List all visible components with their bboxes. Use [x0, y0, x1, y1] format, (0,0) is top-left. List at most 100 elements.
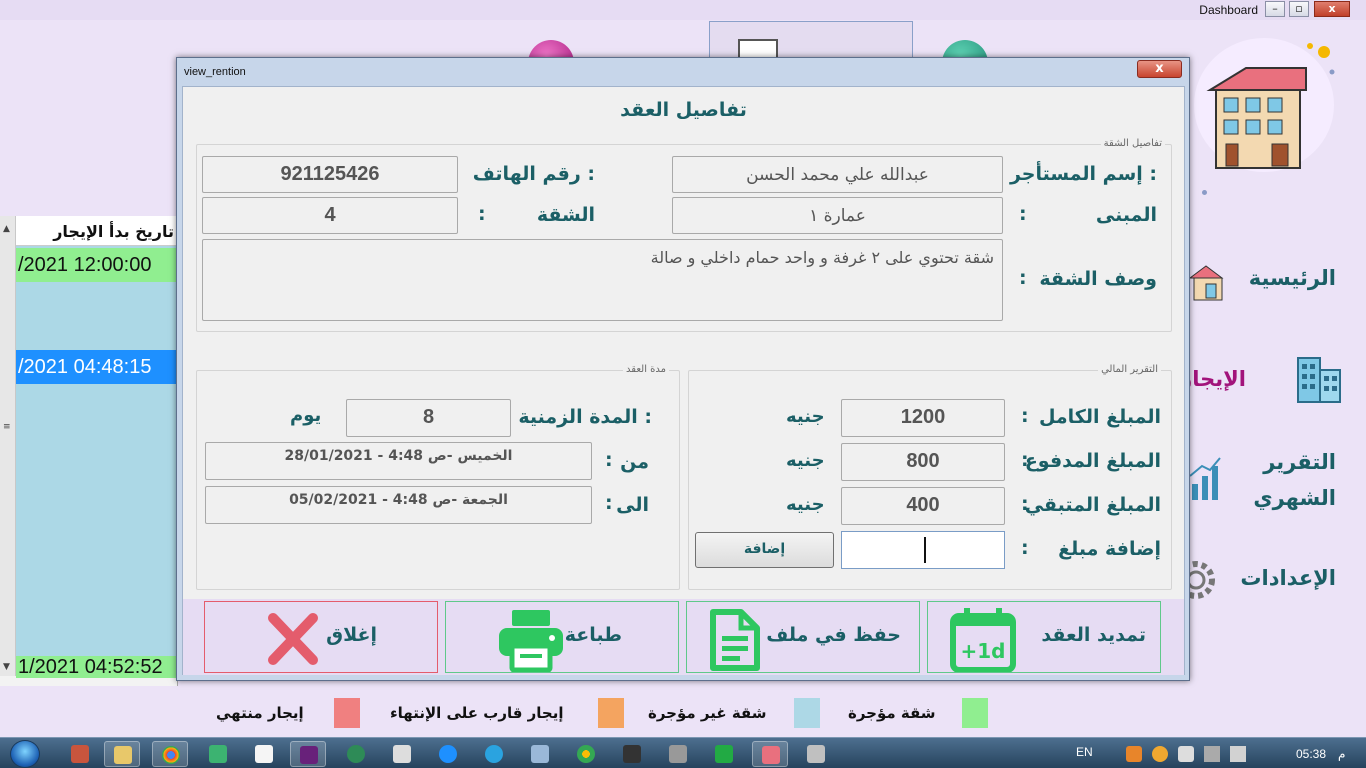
rental-menu-icon	[1297, 357, 1341, 403]
taskbar-app[interactable]	[246, 741, 282, 767]
print-button[interactable]: طباعة	[445, 601, 679, 673]
apartment-label: الشقة	[536, 204, 595, 226]
taskbar-app[interactable]	[152, 741, 188, 767]
currency-unit: جنيه	[786, 494, 825, 515]
telegram-icon	[485, 745, 503, 763]
network-tray-icon[interactable]	[1230, 746, 1246, 762]
tenant-label: إسم المستأجر :	[1009, 163, 1157, 185]
report-menu-icon	[1189, 457, 1221, 500]
apartment-field[interactable]: 4	[202, 197, 458, 234]
close-app-button[interactable]: x	[1314, 1, 1350, 17]
colon: :	[605, 492, 613, 514]
folder-icon	[114, 746, 132, 764]
grid-row[interactable]: 1/2021 04:52:52	[16, 656, 178, 678]
add-amount-input[interactable]	[841, 531, 1005, 569]
phone-label: رقم الهاتف :	[472, 163, 595, 185]
decor-dot	[1202, 190, 1207, 195]
app-title: Dashboard	[1199, 3, 1258, 17]
terminal-icon	[623, 745, 641, 763]
taskbar-app[interactable]	[706, 741, 742, 767]
duration-field[interactable]: 8	[346, 399, 511, 437]
paid-amount-field[interactable]: 800	[841, 443, 1005, 481]
dialog-content: تفاصيل العقد تفاصيل الشقة إسم المستأجر :…	[182, 86, 1185, 675]
start-button[interactable]	[10, 740, 40, 768]
rentals-grid[interactable]: ▲ ≡ ▼ تاريخ بدأ الإيجار /2021 12:00:00 /…	[0, 216, 178, 686]
taskbar-app[interactable]	[430, 741, 466, 767]
tray-icon[interactable]	[1126, 746, 1142, 762]
end-date-field[interactable]: الجمعة -ص 4:48 - 05/02/2021	[205, 486, 592, 524]
group-caption: تفاصيل الشقة	[1100, 138, 1165, 149]
grid-column-header[interactable]: تاريخ بدأ الإيجار	[16, 216, 178, 246]
side-menu-report-2[interactable]: الشهري	[1253, 486, 1336, 510]
side-menu-settings[interactable]: الإعدادات	[1240, 566, 1336, 590]
maximize-button[interactable]: ▫	[1289, 1, 1309, 17]
misc-app-icon	[807, 745, 825, 763]
currency-unit: جنيه	[786, 450, 825, 471]
taskbar-app[interactable]	[568, 741, 604, 767]
description-field[interactable]: شقة تحتوي على ٢ غرفة و واحد حمام داخلي و…	[202, 239, 1003, 321]
legend-label-rented: شقة مؤجرة	[848, 704, 936, 722]
chrome-canary-icon	[577, 745, 595, 763]
taskbar-app[interactable]	[62, 741, 98, 767]
full-amount-field[interactable]: 1200	[841, 399, 1005, 437]
grid-scrollbar[interactable]: ▲ ≡ ▼	[0, 216, 16, 676]
extend-contract-button[interactable]: تمديد العقد +1d	[927, 601, 1161, 673]
taskbar-app[interactable]	[200, 741, 236, 767]
app-house-icon	[762, 746, 780, 764]
text-caret	[924, 537, 926, 563]
extend-icon-text: +1d	[961, 639, 1006, 663]
taskbar-app[interactable]	[476, 741, 512, 767]
taskbar-app[interactable]	[798, 741, 834, 767]
remaining-amount-field[interactable]: 400	[841, 487, 1005, 525]
visual-studio-icon	[300, 746, 318, 764]
side-menu-report-1[interactable]: التقرير	[1263, 450, 1336, 474]
add-amount-label: إضافة مبلغ	[1058, 538, 1161, 560]
dialog-title: view_rention	[184, 66, 246, 78]
tray-icon[interactable]	[1152, 746, 1168, 762]
taskbar-app-active[interactable]	[752, 741, 788, 767]
chrome-icon	[162, 746, 180, 764]
print-label: طباعة	[564, 624, 622, 646]
taskbar-app[interactable]	[104, 741, 140, 767]
grid-row[interactable]: /2021 12:00:00	[16, 248, 178, 282]
side-menu-rental[interactable]: الإيجار	[1180, 367, 1246, 391]
tenant-field[interactable]: عبدالله علي محمد الحسن	[672, 156, 1003, 193]
taskbar-app[interactable]	[384, 741, 420, 767]
calendar-extend-icon: +1d	[950, 608, 1016, 672]
dialog-heading: تفاصيل العقد	[620, 99, 747, 121]
close-dialog-button[interactable]: إغلاق	[204, 601, 438, 673]
tray-icon[interactable]	[1178, 746, 1194, 762]
side-menu-home[interactable]: الرئيسية	[1249, 266, 1336, 290]
colon: :	[1021, 449, 1029, 471]
taskbar-app[interactable]	[614, 741, 650, 767]
taskbar-app[interactable]	[290, 741, 326, 767]
contract-duration-group: مدة العقد المدة الزمنية : 8 يوم من : الخ…	[196, 364, 680, 590]
legend-swatch-expired	[334, 698, 360, 728]
colon: :	[1021, 537, 1029, 559]
taskbar-app[interactable]	[522, 741, 558, 767]
add-amount-button[interactable]: إضافة	[695, 532, 834, 568]
close-x-icon	[268, 613, 318, 665]
grid-row-selected[interactable]: /2021 04:48:15	[16, 350, 178, 384]
taskbar-app[interactable]	[660, 741, 696, 767]
app-titlebar: Dashboard – ▫ x	[0, 0, 1366, 20]
start-date-field[interactable]: الخميس -ص 4:48 - 28/01/2021	[205, 442, 592, 480]
phone-field[interactable]: 921125426	[202, 156, 458, 193]
colon: :	[1021, 405, 1029, 427]
minimize-button[interactable]: –	[1265, 1, 1285, 17]
taskbar-app[interactable]	[338, 741, 374, 767]
group-caption: التقرير المالي	[1098, 364, 1161, 375]
currency-unit: جنيه	[786, 406, 825, 427]
save-to-file-button[interactable]: حفظ في ملف	[686, 601, 920, 673]
tray-icon[interactable]	[1204, 746, 1220, 762]
building-field[interactable]: عمارة ١	[672, 197, 1003, 234]
dialog-close-button[interactable]: x	[1137, 60, 1182, 78]
legend-swatch-near-expiry	[598, 698, 624, 728]
building-logo-icon	[1206, 43, 1335, 169]
paint-icon	[71, 745, 89, 763]
clock-time[interactable]: 05:38	[1296, 747, 1326, 761]
from-label: من	[620, 451, 649, 473]
taskbar: EN 05:38 م	[0, 737, 1366, 768]
settings-gear-icon	[1186, 561, 1215, 599]
language-indicator[interactable]: EN	[1076, 745, 1093, 759]
